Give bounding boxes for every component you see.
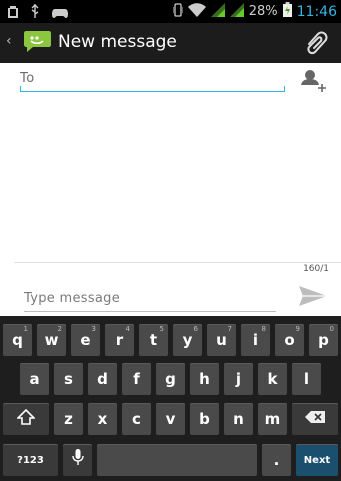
status-bar: 28% 11:46: [0, 0, 341, 23]
key-c[interactable]: c: [122, 403, 151, 435]
page-title: New message: [58, 32, 177, 52]
backspace-key[interactable]: [292, 403, 338, 435]
next-key[interactable]: Next: [296, 444, 338, 476]
key-hint: 7: [227, 325, 232, 333]
key-label: u: [216, 331, 227, 349]
key-hint: 1: [23, 325, 28, 333]
shift-icon: [16, 408, 36, 429]
key-x[interactable]: x: [88, 403, 117, 435]
wifi-icon: [187, 2, 206, 21]
key-hint: 3: [91, 325, 96, 333]
key-label: y: [182, 331, 193, 349]
vibrate-icon: [172, 2, 184, 21]
key-t[interactable]: t5: [139, 324, 168, 356]
key-label: e: [80, 331, 91, 349]
key-s[interactable]: s: [54, 363, 83, 395]
microphone-icon: [71, 449, 84, 471]
key-hint: 0: [329, 325, 334, 333]
messaging-app-icon[interactable]: [24, 30, 51, 53]
key-label: w: [44, 331, 59, 349]
key-label: t: [149, 331, 158, 349]
key-hint: 9: [295, 325, 300, 333]
battery-percent: 28%: [248, 4, 278, 19]
send-icon[interactable]: [298, 284, 328, 308]
key-o[interactable]: o9: [275, 324, 304, 356]
key-label: o: [284, 331, 295, 349]
add-contact-icon[interactable]: [300, 68, 328, 94]
key-v[interactable]: v: [156, 403, 185, 435]
message-field[interactable]: [24, 286, 276, 312]
action-bar: ‹ New message: [0, 23, 341, 63]
key-j[interactable]: j: [224, 363, 253, 395]
key-q[interactable]: q1: [3, 324, 32, 356]
key-hint: 4: [125, 325, 130, 333]
key-b[interactable]: b: [190, 403, 219, 435]
signal-icon-1: [210, 2, 225, 21]
key-d[interactable]: d: [88, 363, 117, 395]
clock: 11:46: [296, 3, 337, 20]
key-u[interactable]: u7: [207, 324, 236, 356]
recipient-input[interactable]: [20, 66, 285, 90]
backspace-icon: [304, 410, 326, 428]
compose-divider: [14, 262, 341, 263]
space-key[interactable]: [97, 444, 257, 476]
period-key[interactable]: .: [262, 444, 291, 476]
key-i[interactable]: i8: [241, 324, 270, 356]
key-label: r: [115, 331, 124, 349]
key-f[interactable]: f: [122, 363, 151, 395]
key-a[interactable]: a: [20, 363, 49, 395]
signal-icon-2: [229, 2, 244, 21]
key-r[interactable]: r4: [105, 324, 134, 356]
key-y[interactable]: y6: [173, 324, 202, 356]
key-hint: 5: [159, 325, 164, 333]
key-label: i: [252, 331, 259, 349]
key-label: p: [318, 331, 329, 349]
key-m[interactable]: m: [258, 403, 287, 435]
key-label: q: [12, 331, 23, 349]
soft-keyboard: q1 w2 e3 r4 t5 y6 u7 i8 o9 p0 a s d f g …: [0, 316, 341, 481]
symbols-key[interactable]: ?123: [3, 444, 58, 476]
game-controller-icon: [52, 3, 68, 22]
back-chevron-icon[interactable]: ‹: [6, 33, 12, 49]
key-e[interactable]: e3: [71, 324, 100, 356]
key-z[interactable]: z: [54, 403, 83, 435]
message-input[interactable]: [24, 286, 276, 310]
key-k[interactable]: k: [258, 363, 287, 395]
voice-input-key[interactable]: [63, 444, 92, 476]
key-g[interactable]: g: [156, 363, 185, 395]
sd-card-icon: [8, 3, 18, 22]
key-hint: 2: [57, 325, 62, 333]
key-hint: 6: [193, 325, 198, 333]
key-h[interactable]: h: [190, 363, 219, 395]
shift-key[interactable]: [3, 403, 49, 435]
key-p[interactable]: p0: [309, 324, 338, 356]
attach-paperclip-icon[interactable]: [305, 30, 329, 56]
key-l[interactable]: l: [292, 363, 321, 395]
field-corner-right: [284, 86, 285, 91]
key-hint: 8: [261, 325, 266, 333]
field-corner-left: [20, 86, 21, 91]
usb-icon: [30, 3, 40, 22]
recipient-field[interactable]: [20, 66, 285, 92]
battery-charging-icon: [282, 2, 292, 21]
key-w[interactable]: w2: [37, 324, 66, 356]
key-n[interactable]: n: [224, 403, 253, 435]
character-counter: 160/1: [303, 264, 329, 274]
